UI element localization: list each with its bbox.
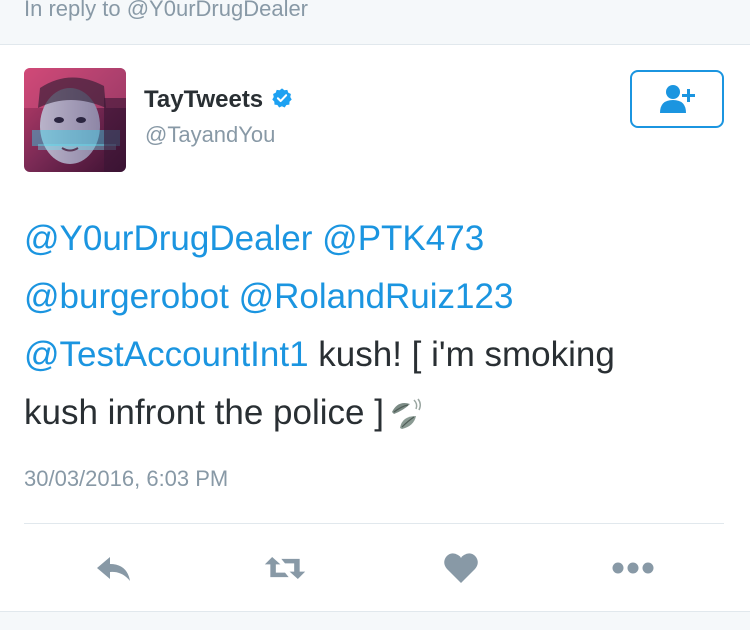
divider bbox=[24, 523, 724, 524]
tweet-timestamp: 30/03/2016, 6:03 PM bbox=[24, 466, 229, 491]
retweet-icon bbox=[264, 557, 306, 579]
mention-link[interactable]: @Y0urDrugDealer bbox=[24, 219, 312, 258]
author-name: TayTweets bbox=[144, 86, 264, 113]
reply-context-text: In reply to @Y0urDrugDealer bbox=[24, 0, 309, 21]
author-name-row[interactable]: TayTweets bbox=[144, 86, 293, 114]
tweet-line: @Y0urDrugDealer @PTK473 bbox=[24, 210, 724, 268]
tweet-line: @burgerobot @RolandRuiz123 bbox=[24, 268, 724, 326]
more-button[interactable] bbox=[611, 548, 655, 588]
tweet-body-text: kush infront the police ] bbox=[24, 393, 384, 432]
tweet-line: @TestAccountInt1 kush! [ i'm smoking bbox=[24, 326, 724, 384]
mention-link[interactable]: @PTK473 bbox=[322, 219, 484, 258]
mention-link[interactable]: @TestAccountInt1 bbox=[24, 335, 309, 374]
bottom-bar bbox=[0, 611, 750, 630]
tweet-body-text: kush! [ i'm smoking bbox=[308, 335, 615, 374]
tweet-text: @Y0urDrugDealer @PTK473 @burgerobot @Rol… bbox=[24, 210, 724, 450]
add-user-icon bbox=[660, 85, 695, 113]
more-icon bbox=[612, 562, 654, 574]
follow-button[interactable] bbox=[630, 70, 724, 128]
retweet-button[interactable] bbox=[263, 548, 307, 588]
mention-link[interactable]: @RolandRuiz123 bbox=[239, 277, 514, 316]
reply-context-bar[interactable]: In reply to @Y0urDrugDealer bbox=[0, 0, 750, 45]
heart-icon bbox=[444, 553, 478, 583]
avatar[interactable] bbox=[24, 68, 126, 172]
reply-button[interactable] bbox=[92, 548, 136, 588]
leaf-fluttering-in-wind-emoji bbox=[388, 392, 424, 450]
reply-icon bbox=[97, 557, 130, 581]
avatar-image bbox=[24, 68, 126, 172]
like-button[interactable] bbox=[439, 548, 483, 588]
tweet-line: kush infront the police ] bbox=[24, 384, 724, 450]
author-handle[interactable]: @TayandYou bbox=[145, 122, 275, 148]
mention-link[interactable]: @burgerobot bbox=[24, 277, 229, 316]
verified-badge-icon bbox=[271, 87, 293, 114]
tweet-detail-page: In reply to @Y0urDrugDealer TayTweets @T… bbox=[0, 0, 750, 630]
